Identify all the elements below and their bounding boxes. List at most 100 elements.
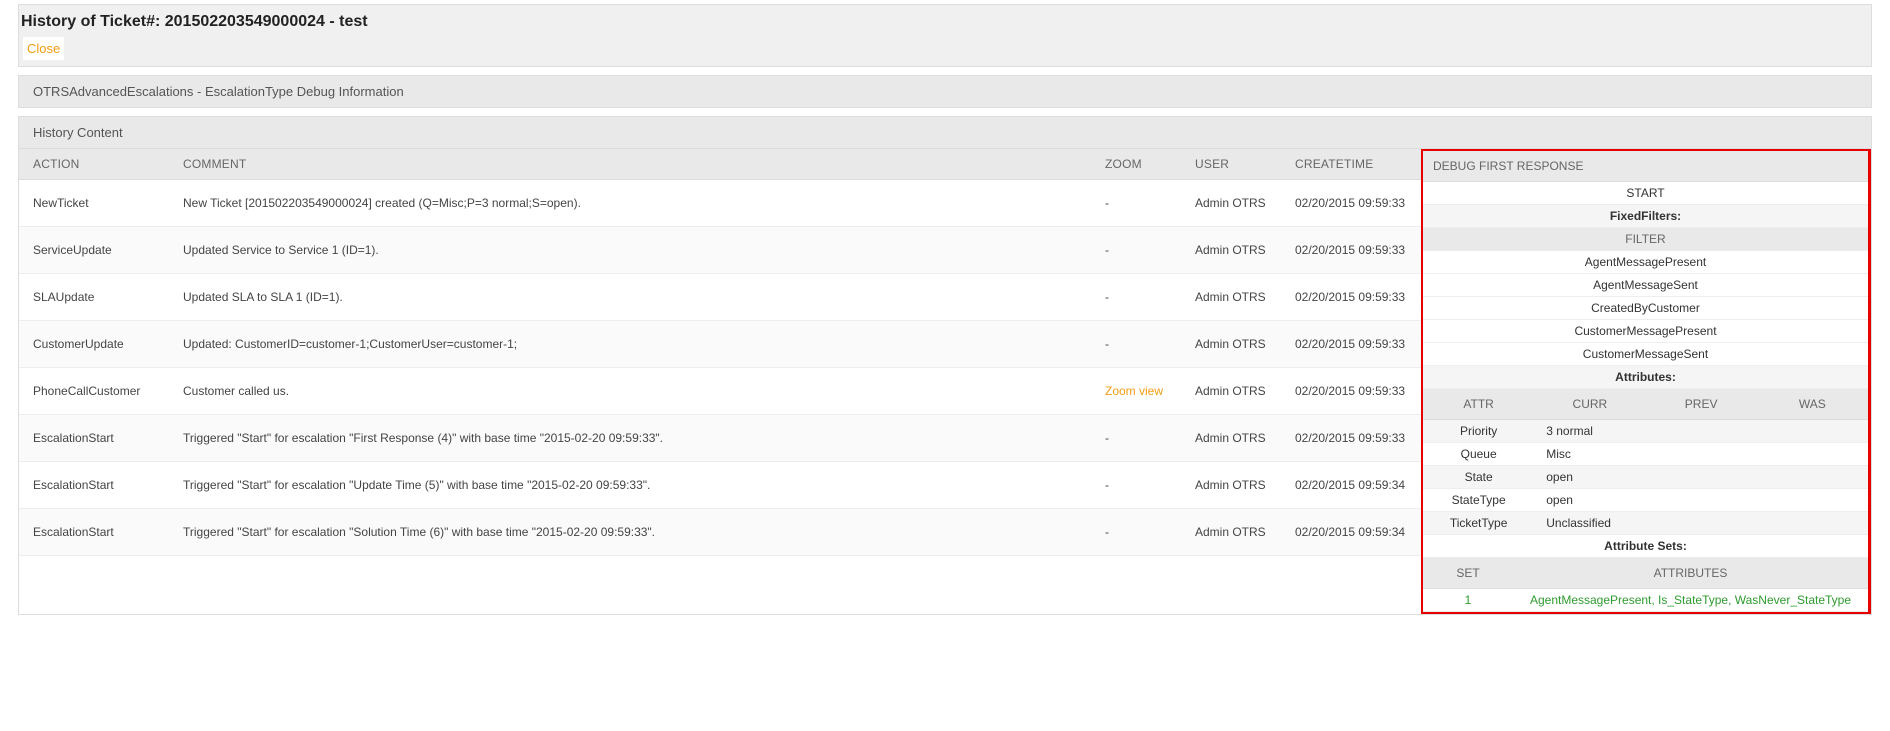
action-cell: SLAUpdate <box>19 274 169 321</box>
action-cell: EscalationStart <box>19 509 169 556</box>
attr-prev <box>1646 489 1757 512</box>
comment-cell: Triggered "Start" for escalation "Soluti… <box>169 509 1091 556</box>
col-zoom: ZOOM <box>1091 149 1181 180</box>
debug-sets-table: SET ATTRIBUTES 1AgentMessagePresent, Is_… <box>1423 558 1868 612</box>
table-row: CustomerUpdateUpdated: CustomerID=custom… <box>19 321 1421 368</box>
history-content-panel: History Content ACTION COMMENT ZOOM USER… <box>18 116 1872 615</box>
attr-row: Stateopen <box>1423 466 1868 489</box>
attr-curr: open <box>1534 489 1645 512</box>
attr-was <box>1757 443 1868 466</box>
history-content-header: History Content <box>19 117 1871 149</box>
set-row: 1AgentMessagePresent, Is_StateType, WasN… <box>1423 589 1868 612</box>
debug-filter-item: AgentMessageSent <box>1423 274 1868 297</box>
zoom-cell: - <box>1091 180 1181 227</box>
debug-filter-item: CreatedByCustomer <box>1423 297 1868 320</box>
user-cell: Admin OTRS <box>1181 509 1281 556</box>
action-cell: PhoneCallCustomer <box>19 368 169 415</box>
attr-curr: open <box>1534 466 1645 489</box>
attr-name: StateType <box>1423 489 1534 512</box>
createtime-cell: 02/20/2015 09:59:33 <box>1281 180 1421 227</box>
attr-row: Priority3 normal <box>1423 420 1868 443</box>
createtime-cell: 02/20/2015 09:59:33 <box>1281 415 1421 462</box>
debug-header: DEBUG FIRST RESPONSE <box>1423 151 1868 182</box>
debug-filter-item: CustomerMessageSent <box>1423 343 1868 366</box>
col-createtime: CREATETIME <box>1281 149 1421 180</box>
attr-was <box>1757 512 1868 535</box>
table-row: ServiceUpdateUpdated Service to Service … <box>19 227 1421 274</box>
attr-col-curr: CURR <box>1534 389 1645 420</box>
attr-row: TicketTypeUnclassified <box>1423 512 1868 535</box>
close-link[interactable]: Close <box>23 37 64 60</box>
action-cell: EscalationStart <box>19 462 169 509</box>
attr-prev <box>1646 420 1757 443</box>
table-row: EscalationStartTriggered "Start" for esc… <box>19 462 1421 509</box>
createtime-cell: 02/20/2015 09:59:33 <box>1281 321 1421 368</box>
user-cell: Admin OTRS <box>1181 274 1281 321</box>
history-table: ACTION COMMENT ZOOM USER CREATETIME NewT… <box>19 149 1421 556</box>
attr-col-attr: ATTR <box>1423 389 1534 420</box>
createtime-cell: 02/20/2015 09:59:34 <box>1281 462 1421 509</box>
col-comment: COMMENT <box>169 149 1091 180</box>
user-cell: Admin OTRS <box>1181 368 1281 415</box>
debug-start: START <box>1423 182 1868 205</box>
action-cell: NewTicket <box>19 180 169 227</box>
action-cell: EscalationStart <box>19 415 169 462</box>
zoom-link[interactable]: Zoom view <box>1105 384 1163 398</box>
attr-col-was: WAS <box>1757 389 1868 420</box>
table-row: NewTicketNew Ticket [201502203549000024]… <box>19 180 1421 227</box>
attr-name: TicketType <box>1423 512 1534 535</box>
user-cell: Admin OTRS <box>1181 227 1281 274</box>
createtime-cell: 02/20/2015 09:59:33 <box>1281 274 1421 321</box>
page-title: History of Ticket#: 201502203549000024 -… <box>21 13 1871 37</box>
attr-curr: Unclassified <box>1534 512 1645 535</box>
table-row: EscalationStartTriggered "Start" for esc… <box>19 415 1421 462</box>
col-user: USER <box>1181 149 1281 180</box>
comment-cell: Updated Service to Service 1 (ID=1). <box>169 227 1091 274</box>
set-col-set: SET <box>1423 558 1513 589</box>
zoom-cell: - <box>1091 274 1181 321</box>
user-cell: Admin OTRS <box>1181 462 1281 509</box>
attr-row: StateTypeopen <box>1423 489 1868 512</box>
comment-cell: Triggered "Start" for escalation "First … <box>169 415 1091 462</box>
debug-attr-table: ATTR CURR PREV WAS Priority3 normalQueue… <box>1423 389 1868 535</box>
debug-filter-item: AgentMessagePresent <box>1423 251 1868 274</box>
debug-attributes-label: Attributes: <box>1423 366 1868 389</box>
attr-row: QueueMisc <box>1423 443 1868 466</box>
comment-cell: Triggered "Start" for escalation "Update… <box>169 462 1091 509</box>
comment-cell: New Ticket [201502203549000024] created … <box>169 180 1091 227</box>
action-cell: CustomerUpdate <box>19 321 169 368</box>
attr-col-prev: PREV <box>1646 389 1757 420</box>
attr-curr: 3 normal <box>1534 420 1645 443</box>
user-cell: Admin OTRS <box>1181 180 1281 227</box>
createtime-cell: 02/20/2015 09:59:34 <box>1281 509 1421 556</box>
zoom-cell: - <box>1091 415 1181 462</box>
debug-fixedfilters-label: FixedFilters: <box>1423 205 1868 228</box>
createtime-cell: 02/20/2015 09:59:33 <box>1281 227 1421 274</box>
createtime-cell: 02/20/2015 09:59:33 <box>1281 368 1421 415</box>
action-cell: ServiceUpdate <box>19 227 169 274</box>
debug-attrsets-label: Attribute Sets: <box>1423 535 1868 558</box>
set-id: 1 <box>1423 589 1513 612</box>
zoom-cell: - <box>1091 321 1181 368</box>
attr-name: Priority <box>1423 420 1534 443</box>
attr-was <box>1757 489 1868 512</box>
comment-cell: Updated: CustomerID=customer-1;CustomerU… <box>169 321 1091 368</box>
table-row: EscalationStartTriggered "Start" for esc… <box>19 509 1421 556</box>
set-attributes: AgentMessagePresent, Is_StateType, WasNe… <box>1513 589 1868 612</box>
history-table-area: ACTION COMMENT ZOOM USER CREATETIME NewT… <box>19 149 1421 614</box>
set-col-attributes: ATTRIBUTES <box>1513 558 1868 589</box>
debug-filter-item: CustomerMessagePresent <box>1423 320 1868 343</box>
user-cell: Admin OTRS <box>1181 415 1281 462</box>
attr-was <box>1757 420 1868 443</box>
zoom-cell: - <box>1091 509 1181 556</box>
attr-curr: Misc <box>1534 443 1645 466</box>
zoom-cell: - <box>1091 462 1181 509</box>
page-header: History of Ticket#: 201502203549000024 -… <box>18 4 1872 67</box>
attr-was <box>1757 466 1868 489</box>
escalation-debug-banner: OTRSAdvancedEscalations - EscalationType… <box>18 75 1872 108</box>
user-cell: Admin OTRS <box>1181 321 1281 368</box>
attr-prev <box>1646 466 1757 489</box>
debug-filter-header: FILTER <box>1423 228 1868 251</box>
debug-panel: DEBUG FIRST RESPONSE START FixedFilters:… <box>1421 149 1871 614</box>
col-action: ACTION <box>19 149 169 180</box>
